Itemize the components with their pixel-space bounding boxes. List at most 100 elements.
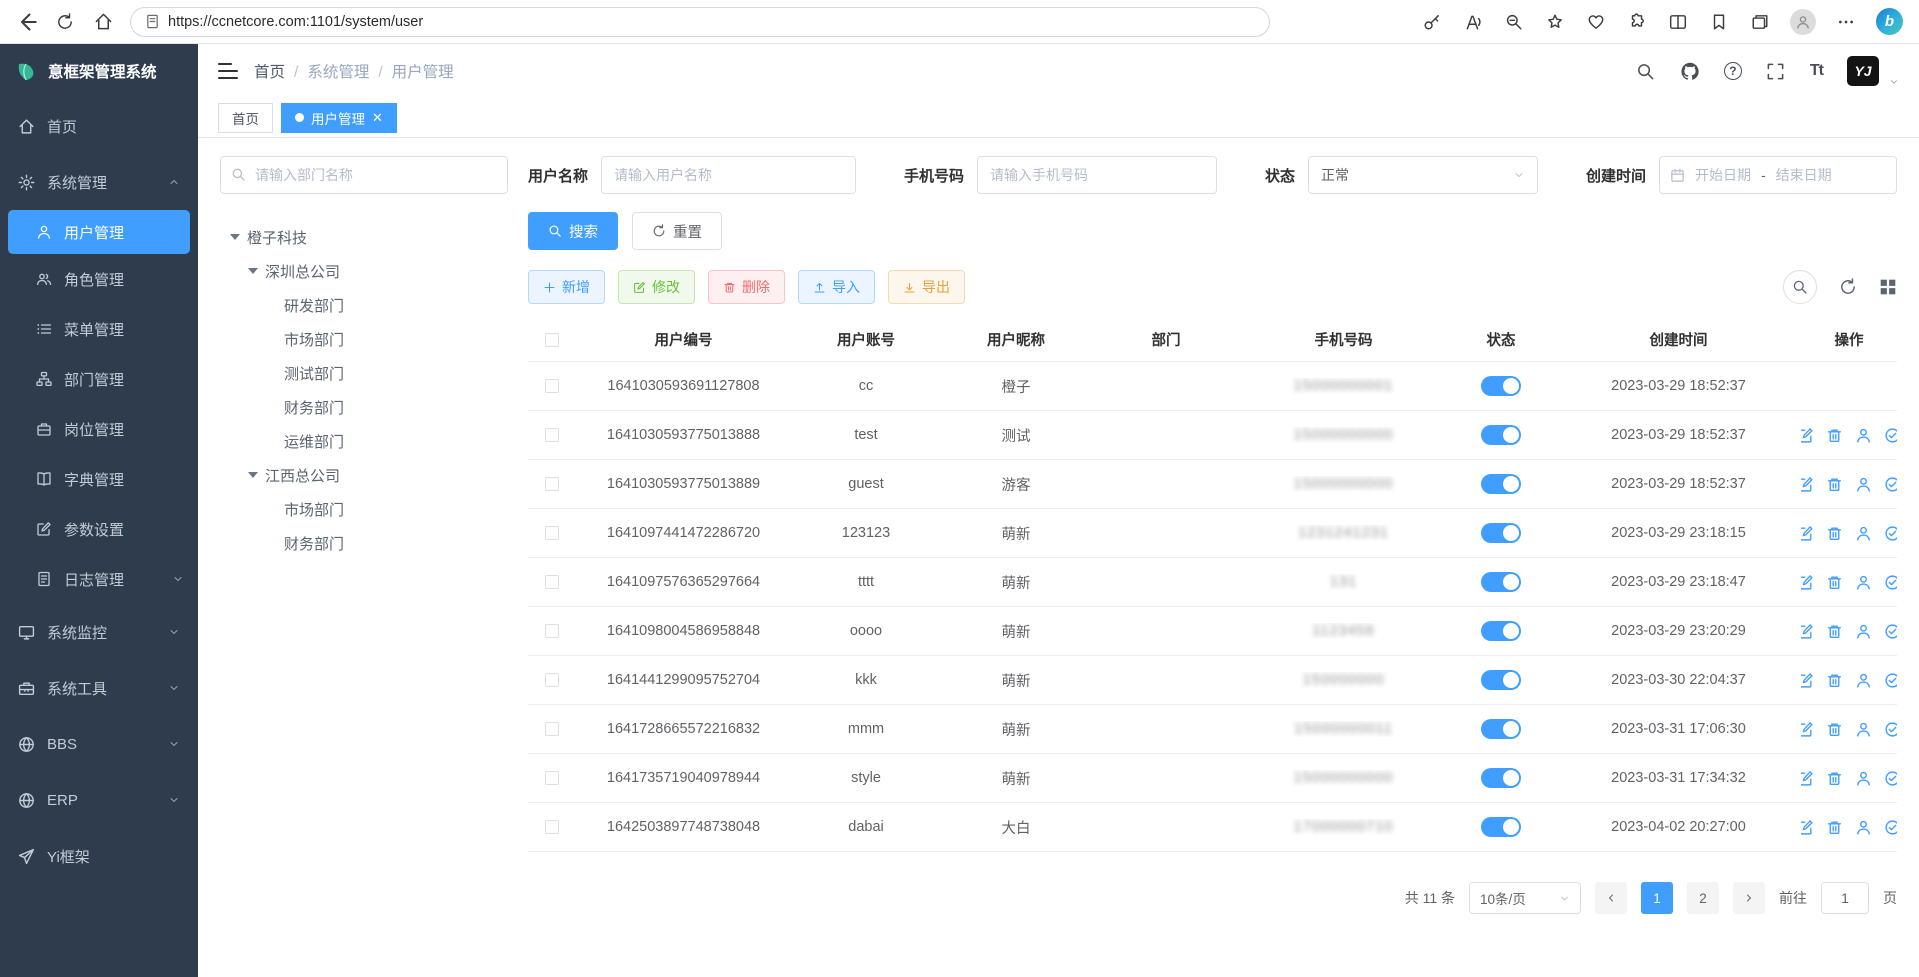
sidebar-item-erp[interactable]: ERP	[0, 772, 198, 828]
row-reset-password-icon[interactable]	[1855, 574, 1872, 591]
sidebar-item-monitor[interactable]: 系统监控	[0, 604, 198, 660]
breadcrumb-home[interactable]: 首页	[254, 60, 285, 82]
row-delete-icon[interactable]	[1826, 525, 1843, 542]
row-edit-icon[interactable]	[1801, 574, 1814, 591]
export-button[interactable]: 导出	[888, 270, 965, 304]
status-toggle[interactable]	[1481, 817, 1521, 837]
row-edit-icon[interactable]	[1801, 721, 1814, 738]
address-bar[interactable]: https://ccnetcore.com:1101/system/user	[130, 7, 1270, 37]
sidebar-item-param-settings[interactable]: 参数设置	[0, 504, 198, 554]
select-all-checkbox[interactable]	[545, 333, 559, 347]
row-edit-icon[interactable]	[1801, 476, 1814, 493]
row-delete-icon[interactable]	[1826, 770, 1843, 787]
fullscreen-icon[interactable]	[1766, 61, 1786, 81]
row-assign-role-icon[interactable]	[1884, 574, 1897, 591]
sidebar-item-post-mgmt[interactable]: 岗位管理	[0, 404, 198, 454]
row-reset-password-icon[interactable]	[1855, 672, 1872, 689]
row-checkbox[interactable]	[545, 624, 559, 638]
status-toggle[interactable]	[1481, 768, 1521, 788]
sidebar-item-dict-mgmt[interactable]: 字典管理	[0, 454, 198, 504]
tab-user-mgmt[interactable]: 用户管理	[281, 103, 397, 133]
refresh-icon[interactable]	[54, 11, 76, 33]
import-button[interactable]: 导入	[798, 270, 875, 304]
add-button[interactable]: 新增	[528, 270, 605, 304]
row-reset-password-icon[interactable]	[1855, 427, 1872, 444]
next-page-button[interactable]	[1733, 882, 1765, 914]
sidebar-toggle-icon[interactable]	[218, 63, 238, 79]
sidebar-item-system[interactable]: 系统管理	[0, 154, 198, 210]
row-checkbox[interactable]	[545, 477, 559, 491]
row-edit-icon[interactable]	[1801, 672, 1814, 689]
row-delete-icon[interactable]	[1826, 672, 1843, 689]
sidebar-item-home[interactable]: 首页	[0, 98, 198, 154]
row-assign-role-icon[interactable]	[1884, 427, 1897, 444]
sidebar-item-menu-mgmt[interactable]: 菜单管理	[0, 304, 198, 354]
delete-button[interactable]: 删除	[708, 270, 785, 304]
back-icon[interactable]	[16, 11, 38, 33]
row-edit-icon[interactable]	[1801, 525, 1814, 542]
github-icon[interactable]	[1680, 61, 1700, 81]
tree-node[interactable]: 财务部门	[220, 526, 508, 560]
tree-node[interactable]: 财务部门	[220, 390, 508, 424]
zoom-out-icon[interactable]	[1503, 11, 1525, 33]
sidebar-item-user-mgmt[interactable]: 用户管理	[8, 210, 190, 254]
status-toggle[interactable]	[1481, 719, 1521, 739]
row-checkbox[interactable]	[545, 771, 559, 785]
page-button-2[interactable]: 2	[1687, 882, 1719, 914]
status-toggle[interactable]	[1481, 621, 1521, 641]
search-toggle-button[interactable]	[1783, 270, 1817, 304]
row-checkbox[interactable]	[545, 526, 559, 540]
page-button-1[interactable]: 1	[1641, 882, 1673, 914]
row-delete-icon[interactable]	[1826, 623, 1843, 640]
search-button[interactable]: 搜索	[528, 212, 618, 250]
tree-node[interactable]: 测试部门	[220, 356, 508, 390]
row-delete-icon[interactable]	[1826, 721, 1843, 738]
sidebar-item-tools[interactable]: 系统工具	[0, 660, 198, 716]
sidebar-item-log-mgmt[interactable]: 日志管理	[0, 554, 198, 604]
row-assign-role-icon[interactable]	[1884, 525, 1897, 542]
row-delete-icon[interactable]	[1826, 427, 1843, 444]
tree-node[interactable]: 研发部门	[220, 288, 508, 322]
status-toggle[interactable]	[1481, 670, 1521, 690]
key-icon[interactable]	[1421, 11, 1443, 33]
username-input[interactable]	[601, 156, 856, 194]
tab-home[interactable]: 首页	[218, 103, 273, 133]
home-icon[interactable]	[92, 11, 114, 33]
url-text[interactable]: https://ccnetcore.com:1101/system/user	[168, 14, 423, 30]
font-size-icon[interactable]	[1810, 62, 1823, 80]
close-icon[interactable]	[372, 111, 383, 124]
row-assign-role-icon[interactable]	[1884, 721, 1897, 738]
row-edit-icon[interactable]	[1801, 819, 1814, 836]
collections-icon[interactable]	[1749, 11, 1771, 33]
page-size-select[interactable]: 10条/页	[1469, 882, 1581, 914]
row-assign-role-icon[interactable]	[1884, 672, 1897, 689]
row-reset-password-icon[interactable]	[1855, 623, 1872, 640]
help-icon[interactable]	[1724, 62, 1742, 80]
row-checkbox[interactable]	[545, 673, 559, 687]
status-toggle[interactable]	[1481, 376, 1521, 396]
row-assign-role-icon[interactable]	[1884, 623, 1897, 640]
phone-input[interactable]	[977, 156, 1217, 194]
sidebar-item-yi-framework[interactable]: Yi框架	[0, 828, 198, 884]
edit-button[interactable]: 修改	[618, 270, 695, 304]
search-icon[interactable]	[1636, 61, 1656, 81]
columns-grid-icon[interactable]	[1879, 278, 1897, 296]
row-delete-icon[interactable]	[1826, 476, 1843, 493]
row-checkbox[interactable]	[545, 379, 559, 393]
favorites-icon[interactable]	[1708, 11, 1730, 33]
user-avatar[interactable]: YJ	[1847, 56, 1879, 86]
sidebar-item-bbs[interactable]: BBS	[0, 716, 198, 772]
prev-page-button[interactable]	[1595, 882, 1627, 914]
row-checkbox[interactable]	[545, 820, 559, 834]
row-checkbox[interactable]	[545, 722, 559, 736]
row-reset-password-icon[interactable]	[1855, 819, 1872, 836]
refresh-table-icon[interactable]	[1839, 278, 1857, 296]
tree-node[interactable]: 市场部门	[220, 492, 508, 526]
row-checkbox[interactable]	[545, 575, 559, 589]
row-reset-password-icon[interactable]	[1855, 525, 1872, 542]
row-assign-role-icon[interactable]	[1884, 476, 1897, 493]
date-range-picker[interactable]: 开始日期 - 结束日期	[1659, 156, 1897, 194]
status-toggle[interactable]	[1481, 572, 1521, 592]
row-reset-password-icon[interactable]	[1855, 770, 1872, 787]
tree-node[interactable]: 运维部门	[220, 424, 508, 458]
